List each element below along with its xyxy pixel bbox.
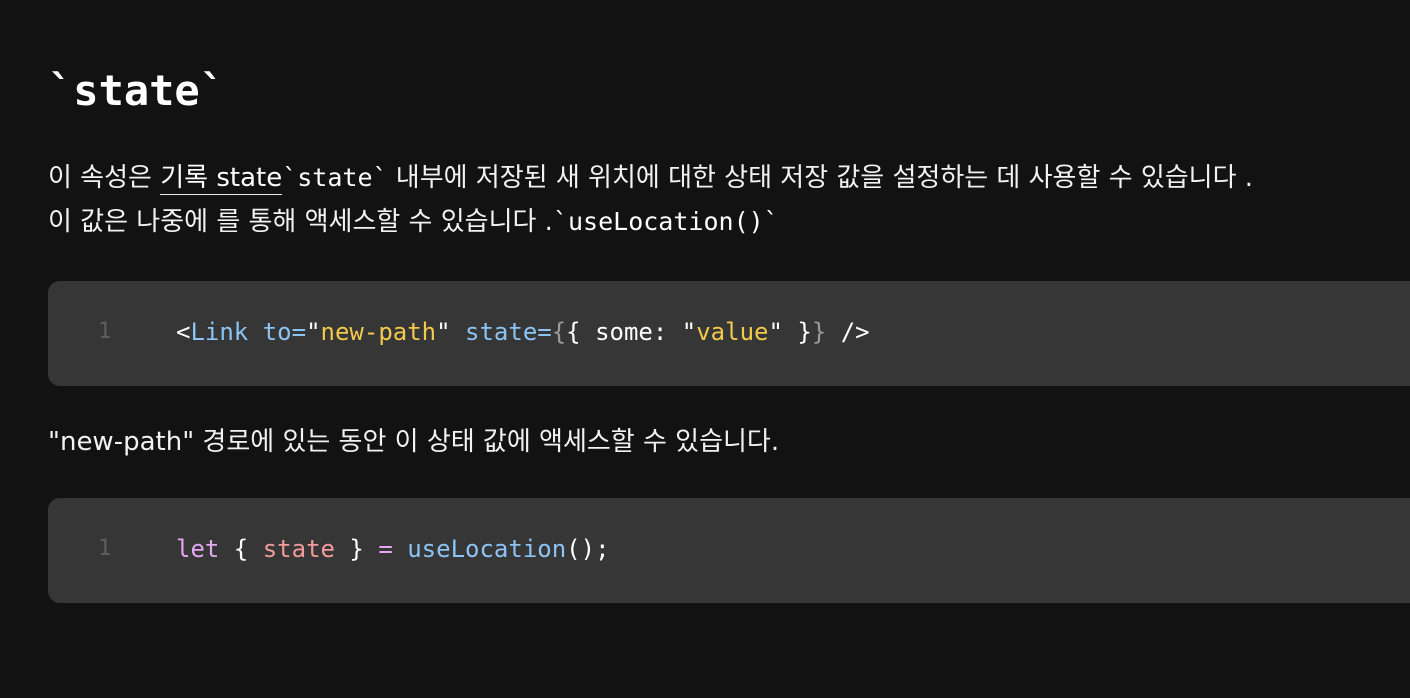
code-token: Link — [190, 318, 249, 346]
code-token: " — [306, 318, 321, 346]
code-token: let — [176, 535, 220, 563]
code-token: = — [537, 318, 552, 346]
code-token: value — [696, 318, 769, 346]
code-token: (); — [566, 535, 610, 563]
code-token: state — [262, 535, 335, 563]
section-heading: `state` — [48, 66, 226, 115]
code-token: { — [551, 318, 567, 346]
access-description-paragraph: "new-path" 경로에 있는 동안 이 상태 값에 액세스할 수 있습니다… — [48, 427, 780, 457]
code-token: /> — [826, 318, 870, 346]
code-token: " — [436, 318, 451, 346]
line-number: 1 — [98, 536, 112, 561]
line-number: 1 — [98, 319, 112, 344]
code-block-link-example: 1 <Link to="new-path" state={{ some: "va… — [48, 281, 1410, 386]
code-token: useLocation — [392, 535, 567, 563]
inline-code-uselocation: `useLocation()` — [552, 207, 779, 236]
code-token: { — [219, 535, 263, 563]
code-token: new-path — [320, 318, 437, 346]
code-line: <Link to="new-path" state={{ some: "valu… — [176, 315, 870, 349]
code-token: " } — [768, 318, 812, 346]
page: `state` 이 속성은 기록 state`state` 내부에 저장된 새 … — [0, 0, 1410, 698]
code-token: to — [262, 318, 292, 346]
code-token: { some: " — [566, 318, 697, 346]
paragraph-text: 이 속성은 — [48, 163, 161, 193]
code-token: = — [378, 535, 393, 563]
code-line: let { state } = useLocation(); — [176, 532, 610, 566]
code-token: < — [176, 318, 191, 346]
state-description-paragraph: 이 속성은 기록 state`state` 내부에 저장된 새 위치에 대한 상… — [48, 156, 1278, 244]
code-token: } — [334, 535, 379, 563]
code-token: } — [811, 318, 827, 346]
history-state-link[interactable]: 기록 state — [160, 163, 283, 195]
code-block-uselocation-example: 1 let { state } = useLocation(); — [48, 498, 1410, 603]
code-token: state — [465, 318, 538, 346]
code-token: = — [291, 318, 307, 346]
inline-code-state: `state` — [282, 163, 388, 192]
